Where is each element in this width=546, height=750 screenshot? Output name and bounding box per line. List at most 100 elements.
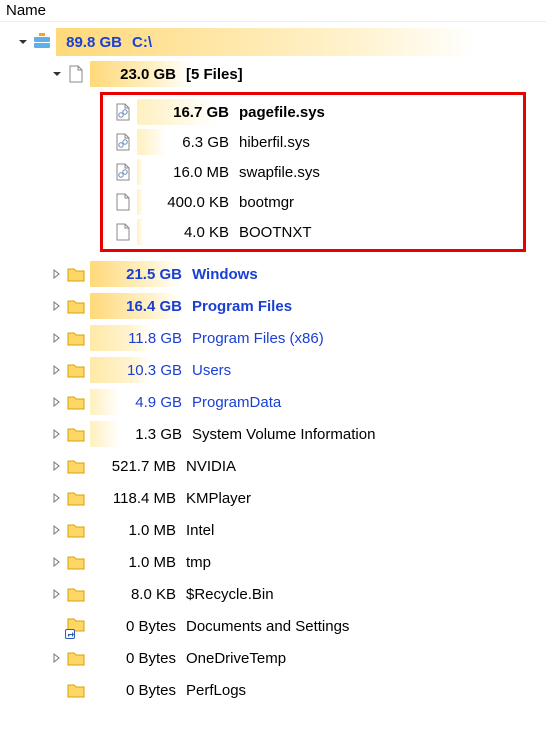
tree-row-folder[interactable]: 1.0 MB Intel [0,514,546,546]
expander-expand-icon[interactable] [50,365,64,375]
column-header-name[interactable]: Name [0,0,546,22]
folder-size: 118.4 MB [90,490,186,507]
files-group-label: [5 Files] [186,66,546,83]
folder-name: Program Files (x86) [192,330,546,347]
highlight-box: 16.7 GB pagefile.sys 6.3 GB hiberfil.sys… [100,92,526,252]
file-name: BOOTNXT [239,224,523,241]
tree-row-folder[interactable]: 0 Bytes OneDriveTemp [0,642,546,674]
file-icon [66,65,86,83]
expander-expand-icon[interactable] [50,589,64,599]
folder-icon [66,553,86,571]
folder-name: Documents and Settings [186,618,546,635]
folder-size: 1.0 MB [90,522,186,539]
tree-row-file[interactable]: 4.0 KB BOOTNXT [103,217,523,247]
tree-row-folder[interactable]: 11.8 GB Program Files (x86) [0,322,546,354]
expander-expand-icon[interactable] [50,301,64,311]
file-size: 4.0 KB [143,224,239,241]
folder-name: Users [192,362,546,379]
folder-name: $Recycle.Bin [186,586,546,603]
tree-row-file[interactable]: 6.3 GB hiberfil.sys [103,127,523,157]
folder-size: 16.4 GB [96,298,192,315]
folder-name: KMPlayer [186,490,546,507]
file-name: hiberfil.sys [239,134,523,151]
folder-size: 10.3 GB [96,362,192,379]
folder-size: 4.9 GB [96,394,192,411]
folder-size: 0 Bytes [90,650,186,667]
files-group-size: 23.0 GB [96,66,186,83]
expander-expand-icon[interactable] [50,429,64,439]
tree-row-folder[interactable]: 4.9 GB ProgramData [0,386,546,418]
folder-list: 21.5 GB Windows 16.4 GB Program Files 11… [0,258,546,706]
folder-icon [66,521,86,539]
expander-expand-icon[interactable] [50,557,64,567]
expander-expand-icon[interactable] [50,525,64,535]
folder-size: 8.0 KB [90,586,186,603]
tree: 89.8 GB C:\ 23.0 GB [5 Files] 16.7 GB pa… [0,22,546,710]
tree-row-file[interactable]: 400.0 KB bootmgr [103,187,523,217]
folder-name: ProgramData [192,394,546,411]
tree-row-file[interactable]: 16.7 GB pagefile.sys [103,97,523,127]
file-icon [113,223,133,241]
column-header-label: Name [6,2,46,19]
system-file-icon [113,163,133,181]
file-name: bootmgr [239,194,523,211]
folder-name: Program Files [192,298,546,315]
file-size: 16.7 GB [143,104,239,121]
drive-size: 89.8 GB [62,34,132,51]
folder-icon [66,585,86,603]
folder-size: 1.3 GB [96,426,192,443]
tree-row-drive[interactable]: 89.8 GB C:\ [0,26,546,58]
folder-icon [66,361,86,379]
tree-row-folder[interactable]: 16.4 GB Program Files [0,290,546,322]
expander-expand-icon[interactable] [50,653,64,663]
file-icon [113,193,133,211]
tree-row-file[interactable]: 16.0 MB swapfile.sys [103,157,523,187]
folder-size: 21.5 GB [96,266,192,283]
folder-icon [66,425,86,443]
tree-row-folder[interactable]: 10.3 GB Users [0,354,546,386]
folder-name: OneDriveTemp [186,650,546,667]
expander-collapse-icon[interactable] [16,37,30,47]
expander-expand-icon[interactable] [50,493,64,503]
folder-shortcut-icon [66,615,86,637]
folder-size: 0 Bytes [90,618,186,635]
file-name: pagefile.sys [239,104,523,121]
tree-row-folder[interactable]: 1.3 GB System Volume Information [0,418,546,450]
folder-icon [66,297,86,315]
tree-row-folder[interactable]: 21.5 GB Windows [0,258,546,290]
folder-size: 0 Bytes [90,682,186,699]
system-file-icon [113,103,133,121]
drive-icon [32,33,52,51]
tree-row-files-group[interactable]: 23.0 GB [5 Files] [0,58,546,90]
file-size: 16.0 MB [143,164,239,181]
file-name: swapfile.sys [239,164,523,181]
folder-icon [66,329,86,347]
tree-row-folder[interactable]: 0 Bytes Documents and Settings [0,610,546,642]
expander-expand-icon[interactable] [50,269,64,279]
tree-row-folder[interactable]: 521.7 MB NVIDIA [0,450,546,482]
tree-row-folder[interactable]: 1.0 MB tmp [0,546,546,578]
tree-row-folder[interactable]: 0 Bytes PerfLogs [0,674,546,706]
file-size: 400.0 KB [143,194,239,211]
folder-icon [66,489,86,507]
folder-size: 521.7 MB [90,458,186,475]
folder-name: NVIDIA [186,458,546,475]
tree-row-folder[interactable]: 8.0 KB $Recycle.Bin [0,578,546,610]
folder-icon [66,681,86,699]
system-file-icon [113,133,133,151]
folder-icon [66,457,86,475]
folder-name: Intel [186,522,546,539]
tree-row-folder[interactable]: 118.4 MB KMPlayer [0,482,546,514]
folder-name: PerfLogs [186,682,546,699]
folder-icon [66,649,86,667]
folder-icon [66,393,86,411]
expander-expand-icon[interactable] [50,333,64,343]
drive-name: C:\ [132,34,546,51]
expander-expand-icon[interactable] [50,397,64,407]
folder-size: 11.8 GB [96,330,192,347]
file-size: 6.3 GB [143,134,239,151]
folder-name: Windows [192,266,546,283]
expander-expand-icon[interactable] [50,461,64,471]
folder-size: 1.0 MB [90,554,186,571]
expander-collapse-icon[interactable] [50,69,64,79]
